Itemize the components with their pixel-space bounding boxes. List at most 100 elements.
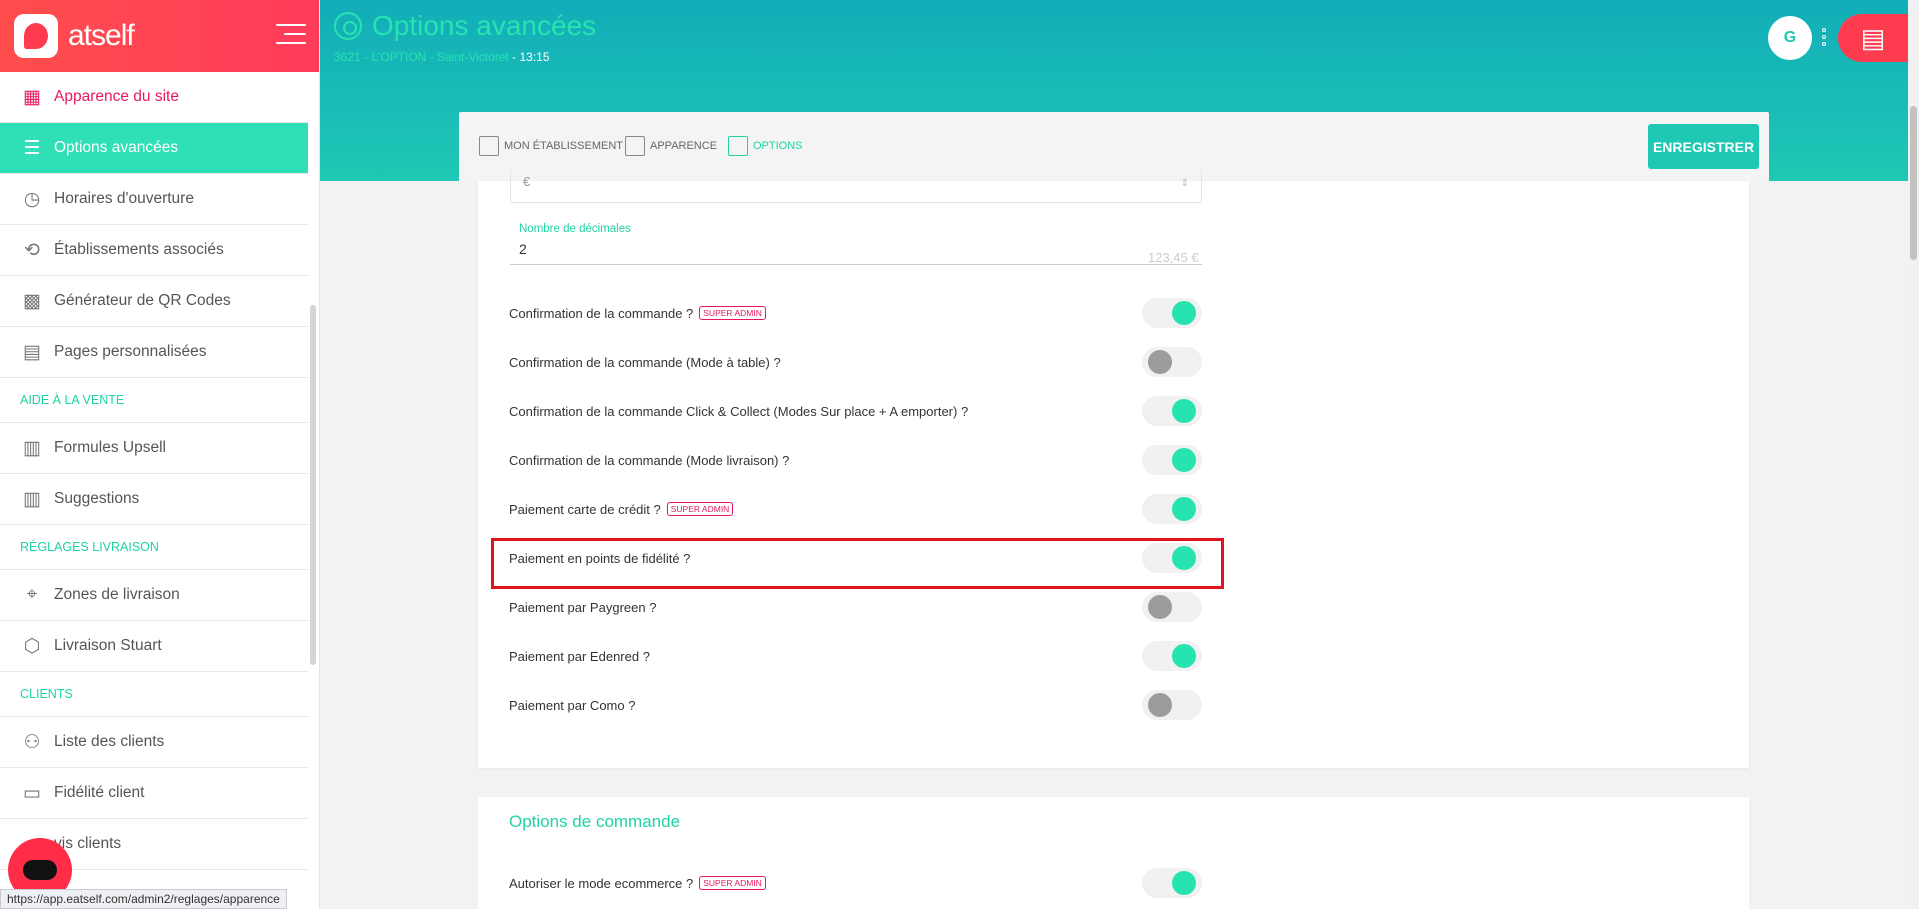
menu-toggle-icon[interactable] (276, 24, 306, 46)
sidebar-item[interactable]: ⌖ Zones de livraison (0, 570, 308, 621)
sidebar-item-label: Fidélité client (54, 784, 145, 801)
page-scrollbar[interactable] (1908, 0, 1919, 909)
sidebar-item[interactable]: ◷ Horaires d'ouverture (0, 174, 308, 225)
more-options-icon[interactable] (1822, 28, 1826, 49)
toggle-knob (1148, 693, 1172, 717)
sidebar-item-label: Formules Upsell (54, 439, 166, 456)
status-url: https://app.eatself.com/admin2/reglages/… (0, 889, 287, 909)
palette-icon: ▦ (23, 86, 41, 108)
tab-mon-etablissement[interactable]: MON ÉTABLISSEMENT (479, 136, 623, 156)
sidebar-item-label: Générateur de QR Codes (54, 292, 231, 309)
store-icon: ▥ (23, 488, 41, 510)
sidebar-item[interactable]: ⬡ Livraison Stuart (0, 621, 308, 672)
sidebar-item-label: Zones de livraison (54, 586, 180, 603)
option-toggle[interactable] (1142, 592, 1202, 622)
toggle-knob (1172, 497, 1196, 521)
option-toggle[interactable] (1142, 868, 1202, 898)
sidebar-item[interactable]: ▩ Générateur de QR Codes (0, 276, 308, 327)
option-toggle[interactable] (1142, 445, 1202, 475)
toggle-knob (1172, 546, 1196, 570)
sidebar-section-header: AIDE À LA VENTE (0, 378, 308, 423)
tab-label: MON ÉTABLISSEMENT (504, 140, 623, 152)
option-label: Confirmation de la commande ? (509, 305, 694, 321)
brand-header: atself (0, 0, 319, 72)
currency-field[interactable]: € ⇕ (510, 170, 1202, 203)
decimals-input[interactable]: 2 (519, 241, 527, 257)
sidebar-item-label: Établissements associés (54, 241, 224, 258)
sidebar-item[interactable]: ▭ Fidélité client (0, 768, 308, 819)
toggle-knob (1148, 350, 1172, 374)
save-button[interactable]: ENREGISTRER (1648, 124, 1759, 169)
super-admin-badge: SUPER ADMIN (666, 502, 734, 516)
super-admin-badge: SUPER ADMIN (699, 306, 766, 320)
sidebar-item[interactable]: ▥ Suggestions (0, 474, 308, 525)
toggle-knob (1172, 301, 1196, 325)
sidebar-item-label: Pages personnalisées (54, 343, 207, 360)
tab-options[interactable]: OPTIONS (728, 136, 803, 156)
scrollbar-thumb[interactable] (1910, 106, 1917, 260)
sidebar-item-label: Livraison Stuart (54, 637, 162, 654)
brand-logo[interactable] (14, 14, 58, 58)
card-icon: ▭ (23, 782, 41, 804)
sidebar-item[interactable]: ▦ Apparence du site (0, 72, 308, 123)
establishment-name: 3621 - L'OPTION - Saint-Victoret (334, 50, 509, 64)
sidebar: atself ▦ Apparence du site ☰ Options avancé… (0, 0, 320, 909)
decimals-underline (510, 264, 1202, 265)
option-row: Paiement carte de crédit ? SUPER ADMIN (509, 494, 1201, 524)
option-row: Confirmation de la commande ? SUPER ADMIN (509, 298, 1201, 328)
option-label: Confirmation de la commande (Mode à tabl… (509, 354, 781, 370)
sidebar-item[interactable]: ⚇ Liste des clients (0, 717, 308, 768)
currency-value: € (523, 174, 531, 189)
option-row: Paiement par Como ? (509, 690, 1201, 720)
establishment-line: 3621 - L'OPTION - Saint-Victoret - 13:15 (334, 50, 550, 64)
decimals-hint: 123,45 € (1148, 250, 1199, 265)
book-icon[interactable]: ▤ (1838, 14, 1908, 62)
option-toggle[interactable] (1142, 396, 1202, 426)
sidebar-item-label: Apparence du site (54, 88, 179, 105)
option-row: Autoriser le mode ecommerce ? SUPER ADMIN (509, 868, 1201, 898)
palette-icon (625, 136, 645, 156)
option-row: Paiement en points de fidélité ? (509, 543, 1201, 573)
page-title: Options avancées (334, 10, 596, 42)
option-row: Confirmation de la commande Click & Coll… (509, 396, 1201, 426)
stepper-arrows-icon[interactable]: ⇕ (1181, 178, 1189, 189)
sidebar-item[interactable]: ▥ Formules Upsell (0, 423, 308, 474)
option-toggle[interactable] (1142, 543, 1202, 573)
option-label: Paiement en points de fidélité ? (509, 550, 691, 566)
tab-label: OPTIONS (753, 140, 803, 152)
order-options-title: Options de commande (509, 812, 681, 831)
tab-label: APPARENCE (650, 140, 718, 152)
sidebar-item[interactable]: ⟲ Établissements associés (0, 225, 308, 276)
toggle-knob (1172, 644, 1196, 668)
current-time: - 13:15 (512, 50, 550, 64)
sidebar-item[interactable]: ☰ Options avancées (0, 123, 308, 174)
sliders-icon: ☰ (23, 137, 41, 159)
avatar[interactable]: G (1768, 16, 1812, 60)
sliders-icon (728, 136, 748, 156)
sidebar-scrollbar[interactable] (310, 305, 316, 665)
option-label: Confirmation de la commande Click & Coll… (509, 403, 969, 419)
sidebar-section-header: RÉGLAGES LIVRAISON (0, 525, 308, 570)
map-pin-icon: ⌖ (26, 584, 38, 605)
page-title-text: Options avancées (372, 10, 597, 41)
sidebar-item[interactable]: ▤ Pages personnalisées (0, 327, 308, 378)
option-toggle[interactable] (1142, 494, 1202, 524)
toggle-knob (1172, 399, 1196, 423)
option-label: Paiement par Como ? (509, 697, 636, 713)
layout-icon: ▤ (23, 341, 41, 363)
option-toggle[interactable] (1142, 347, 1202, 377)
toggle-knob (1172, 448, 1196, 472)
users-icon: ⚇ (23, 731, 41, 753)
option-toggle[interactable] (1142, 690, 1202, 720)
option-row: Confirmation de la commande (Mode livrai… (509, 445, 1201, 475)
option-toggle[interactable] (1142, 641, 1202, 671)
chat-icon (23, 860, 57, 880)
clock-icon: ◷ (23, 188, 41, 210)
network-icon: ⟲ (24, 239, 40, 261)
gear-icon (334, 12, 362, 40)
option-row: Paiement par Paygreen ? (509, 592, 1201, 622)
toggle-knob (1172, 871, 1196, 895)
option-toggle[interactable] (1142, 298, 1202, 328)
store-icon (479, 136, 499, 156)
tab-apparence[interactable]: APPARENCE (625, 136, 717, 156)
